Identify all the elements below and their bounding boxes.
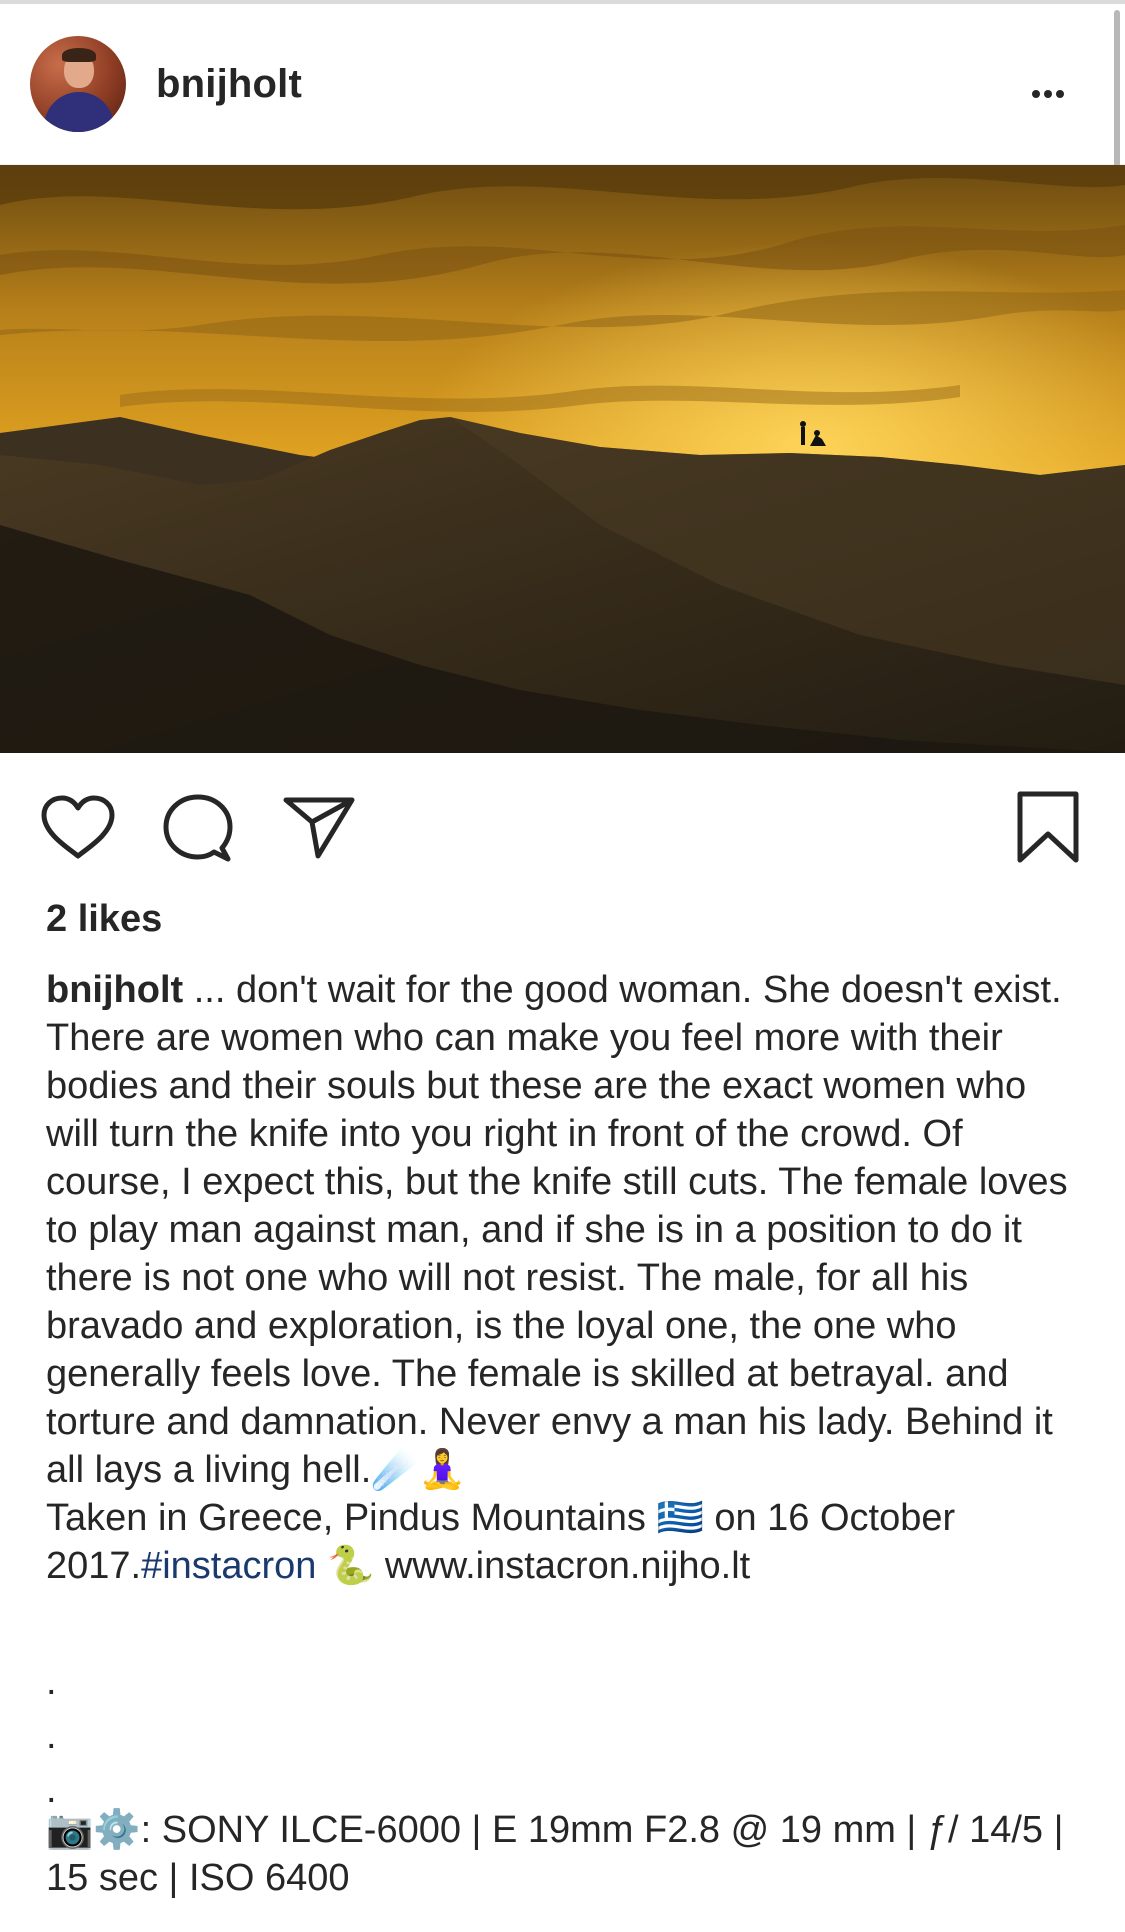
more-dot-icon — [1056, 90, 1064, 98]
avatar[interactable] — [30, 36, 126, 132]
comment-icon[interactable] — [162, 792, 234, 864]
post-username[interactable]: bnijholt — [156, 62, 302, 107]
paper-plane-icon[interactable] — [282, 794, 356, 860]
caption-url: www.instacron.nijho.lt — [384, 1545, 751, 1587]
camera-info: 📷⚙️: SONY ILCE-6000 | E 19mm F2.8 @ 19 m… — [46, 1806, 1096, 1902]
more-dot-icon — [1044, 90, 1052, 98]
separator-dots: . . . — [46, 1655, 57, 1817]
avatar-hair — [62, 48, 96, 62]
post-photo[interactable] — [0, 165, 1125, 753]
post-header: bnijholt — [0, 4, 1125, 165]
separator-dot: . — [46, 1715, 57, 1757]
caption-location: Taken in Greece, Pindus Mountains — [46, 1497, 657, 1539]
action-bar — [0, 760, 1125, 880]
caption-emojis: ☄️🧘‍♀️ — [371, 1449, 466, 1491]
likes-count[interactable]: 2 likes — [46, 898, 162, 941]
desert-sunset-image — [0, 165, 1125, 753]
camera-info-text: : SONY ILCE-6000 | E 19mm F2.8 @ 19 mm |… — [46, 1809, 1064, 1899]
more-dot-icon — [1032, 90, 1040, 98]
more-options-button[interactable] — [1030, 80, 1066, 98]
caption-text: ... don't wait for the good woman. She d… — [46, 969, 1068, 1491]
camera-gear-icon: 📷⚙️ — [46, 1809, 141, 1851]
greece-flag-icon: 🇬🇷 — [656, 1497, 704, 1539]
snake-icon: 🐍 — [316, 1545, 385, 1587]
avatar-shirt — [44, 92, 114, 132]
separator-dot: . — [46, 1661, 57, 1703]
heart-icon[interactable] — [40, 794, 116, 860]
caption-username[interactable]: bnijholt — [46, 969, 183, 1011]
hashtag-link[interactable]: #instacron — [141, 1545, 316, 1587]
post-caption: bnijholt ... don't wait for the good wom… — [46, 966, 1086, 1590]
bookmark-icon[interactable] — [1016, 790, 1080, 864]
